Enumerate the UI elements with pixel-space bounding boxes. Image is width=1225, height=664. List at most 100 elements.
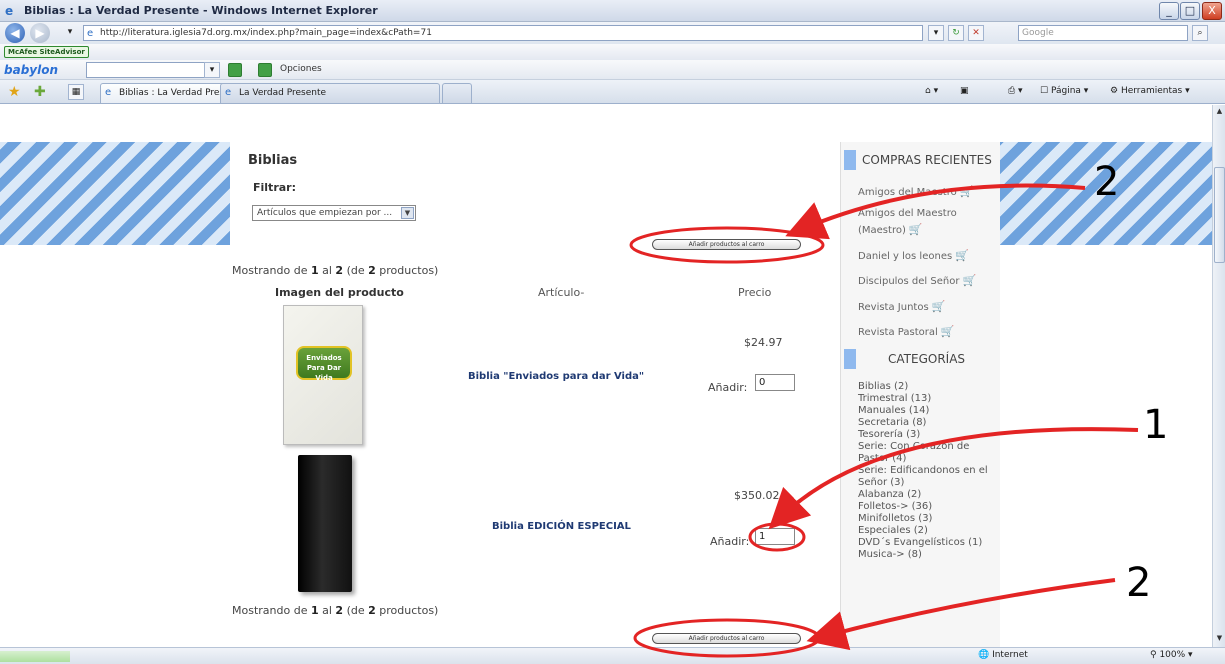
filter-select[interactable]: Artículos que empiezan por ... ▼ — [252, 205, 416, 221]
showing-to: 2 — [335, 604, 344, 617]
category-item[interactable]: Musica-> (8) — [858, 549, 922, 561]
tabs-bar: ★ ✚ ▦ e Biblias : La Verdad Presente e La … — [0, 80, 1225, 104]
category-item[interactable]: Alabanza (2) — [858, 489, 921, 501]
product-image[interactable] — [286, 455, 366, 592]
feeds-icon[interactable]: ▣ — [960, 86, 969, 96]
recent-item[interactable]: Revista Pastoral 🛒 — [858, 325, 954, 338]
forward-button[interactable]: ▶ — [30, 23, 50, 43]
zone-label: Internet — [992, 650, 1028, 660]
recent-item-label: Revista Pastoral — [858, 327, 938, 338]
category-item[interactable]: Secretaria (8) — [858, 417, 926, 429]
url-text: http://literatura.iglesia7d.org.mx/index… — [100, 28, 432, 38]
zoom-control[interactable]: ⚲ 100% ▾ — [1150, 650, 1193, 660]
category-item[interactable]: Serie: Edificandonos en el Señor (3) — [858, 465, 998, 489]
history-dropdown[interactable]: ▾ — [62, 25, 78, 41]
column-header-article[interactable]: Artículo- — [538, 286, 584, 299]
category-item[interactable]: Serie: Con Corazón de Pastor (4) — [858, 441, 998, 465]
product-name[interactable]: Biblia EDICIÓN ESPECIAL — [492, 521, 631, 532]
recent-purchases-title: COMPRAS RECIENTES — [862, 153, 992, 167]
scroll-down-icon[interactable]: ▼ — [1214, 633, 1225, 644]
annotation-label-2: 2 — [1094, 159, 1120, 205]
cart-icon: 🛒 — [931, 300, 946, 313]
page-icon: e — [87, 28, 94, 39]
url-dropdown[interactable]: ▾ — [928, 25, 944, 41]
category-item[interactable]: Manuales (14) — [858, 405, 929, 417]
tab-ie-icon: e — [225, 87, 232, 98]
tab-la-verdad-presente[interactable]: e La Verdad Presente — [220, 83, 440, 103]
category-item[interactable]: DVD´s Evangelísticos (1) — [858, 537, 982, 549]
window-title: Biblias : La Verdad Presente - Windows I… — [24, 4, 378, 17]
column-header-image: Imagen del producto — [275, 286, 404, 299]
category-item[interactable]: Trimestral (13) — [858, 393, 931, 405]
quantity-input[interactable]: 1 — [755, 528, 795, 545]
category-item[interactable]: Tesorería (3) — [858, 429, 920, 441]
category-item[interactable]: Biblias (2) — [858, 381, 908, 393]
options-button[interactable]: Opciones — [280, 64, 322, 74]
recent-item[interactable]: Revista Juntos 🛒 — [858, 300, 945, 313]
search-input[interactable]: Google — [1018, 25, 1188, 41]
address-bar-row: ◀ ▶ ▾ e http://literatura.iglesia7d.org.m… — [0, 22, 1225, 44]
back-button[interactable]: ◀ — [5, 23, 25, 43]
babylon-search-input[interactable] — [86, 62, 218, 78]
product-image[interactable]: Enviados Para Dar Vida — [283, 305, 363, 445]
minimize-button[interactable]: _ — [1159, 2, 1179, 20]
babylon-dropdown[interactable]: ▾ — [204, 62, 220, 78]
recent-item[interactable]: Discipulos del Señor 🛒 — [858, 274, 976, 287]
recent-item[interactable]: Daniel y los leones 🛒 — [858, 249, 969, 262]
search-icon[interactable]: ⌕ — [1192, 25, 1208, 41]
add-label: Añadir: — [708, 381, 748, 394]
ie-logo-icon: e — [5, 4, 14, 18]
showing-to: 2 — [335, 264, 344, 277]
recent-item-label: Amigos del Maestro (Maestro) — [858, 208, 957, 236]
print-icon[interactable]: ⎙ ▾ — [1008, 86, 1023, 96]
tools-menu-label: Herramientas — [1120, 86, 1183, 96]
page-menu[interactable]: ☐ Página ▾ — [1040, 86, 1088, 96]
mcafee-button[interactable]: McAfee SiteAdvisor — [4, 46, 89, 58]
tools-menu[interactable]: ⚙ Herramientas ▾ — [1110, 86, 1190, 96]
babylon-logo: babylon — [4, 63, 58, 77]
new-tab-button[interactable] — [442, 83, 472, 103]
security-zone: 🌐 Internet — [978, 650, 1028, 660]
favorites-star-icon[interactable]: ★ — [8, 84, 21, 100]
category-item[interactable]: Minifolletos (3) — [858, 513, 932, 525]
quantity-input[interactable]: 0 — [755, 374, 795, 391]
scroll-up-icon[interactable]: ▲ — [1214, 106, 1225, 117]
add-to-cart-button-top[interactable]: Añadir productos al carro — [652, 239, 801, 250]
results-count-top: Mostrando de 1 al 2 (de 2 productos) — [232, 264, 438, 277]
showing-total: 2 — [368, 604, 376, 617]
add-favorites-icon[interactable]: ✚ — [34, 84, 46, 100]
add-to-cart-button-bottom[interactable]: Añadir productos al carro — [652, 633, 801, 644]
add-label: Añadir: — [710, 535, 750, 548]
category-item[interactable]: Especiales (2) — [858, 525, 928, 537]
recent-item[interactable]: Amigos del Maestro (Maestro) 🛒 — [858, 206, 988, 239]
product-price: $24.97 — [744, 336, 783, 349]
category-item[interactable]: Folletos-> (36) — [858, 501, 932, 513]
recent-item[interactable]: Amigos del Maestro 🛒 — [858, 185, 973, 198]
quick-tabs-icon[interactable]: ▦ — [68, 84, 84, 100]
chevron-down-icon[interactable]: ▼ — [401, 207, 414, 219]
refresh-icon[interactable]: ↻ — [948, 25, 964, 41]
babylon-translate-icon[interactable] — [258, 63, 272, 77]
vertical-scrollbar[interactable]: ▲ ▼ — [1212, 105, 1225, 647]
home-icon[interactable]: ⌂ ▾ — [925, 86, 938, 96]
product-name[interactable]: Biblia "Enviados para dar Vida" — [468, 371, 644, 382]
close-button[interactable]: X — [1202, 2, 1222, 20]
showing-from: 1 — [310, 264, 319, 277]
cart-icon: 🛒 — [908, 223, 923, 236]
page-menu-label: Página — [1050, 86, 1081, 96]
column-header-price: Precio — [738, 286, 772, 299]
showing-mid: al — [322, 264, 332, 277]
filter-value: Artículos que empiezan por ... — [257, 208, 393, 218]
stop-icon[interactable]: ✕ — [968, 25, 984, 41]
title-bar: e Biblias : La Verdad Presente - Windows… — [0, 0, 1225, 22]
maximize-button[interactable]: □ — [1180, 2, 1200, 20]
recent-item-label: Amigos del Maestro — [858, 187, 957, 198]
babylon-go-icon[interactable] — [228, 63, 242, 77]
filter-label: Filtrar: — [253, 181, 296, 194]
url-field[interactable]: e http://literatura.iglesia7d.org.mx/inde… — [83, 25, 923, 41]
product-price: $350.02 — [734, 489, 780, 502]
scroll-thumb[interactable] — [1214, 167, 1225, 263]
recent-item-label: Discipulos del Señor — [858, 276, 960, 287]
annotation-label-1: 1 — [1143, 402, 1169, 448]
showing-total-prefix: (de — [346, 604, 365, 617]
